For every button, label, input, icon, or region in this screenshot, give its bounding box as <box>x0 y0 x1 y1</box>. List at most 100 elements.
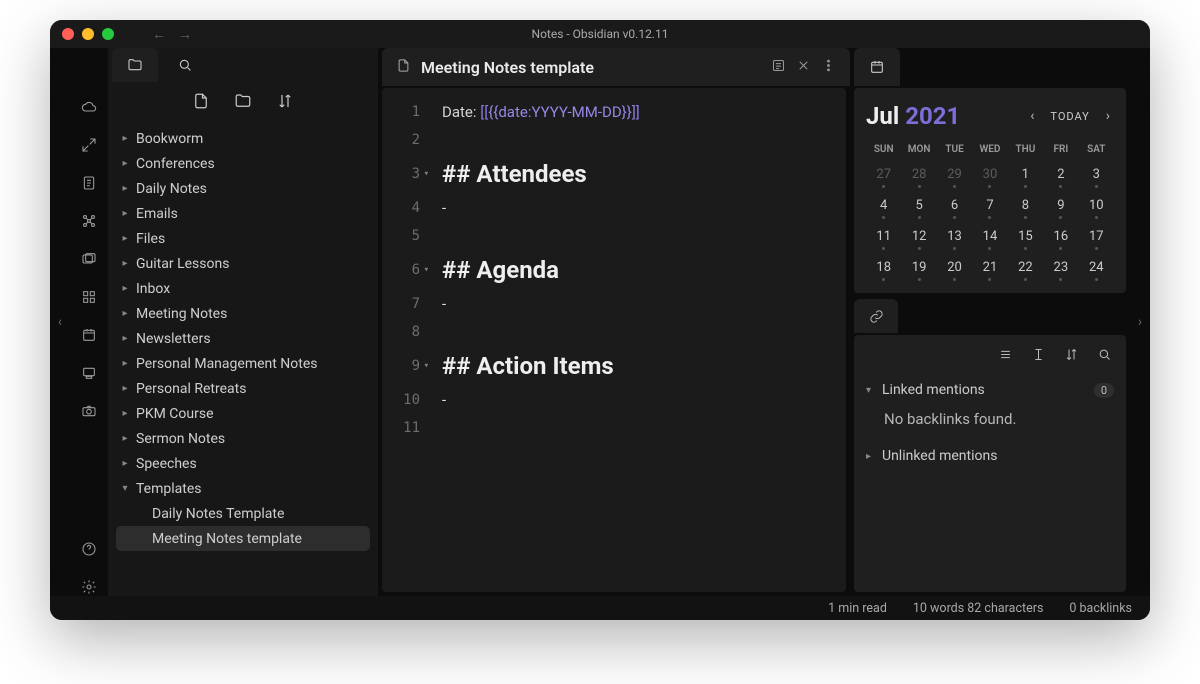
calendar-day[interactable]: 23 <box>1043 254 1078 283</box>
folder-row[interactable]: ▸PKM Course <box>116 401 370 426</box>
calendar-dot <box>918 278 921 281</box>
folder-row[interactable]: ▸Files <box>116 226 370 251</box>
calendar-day[interactable]: 17 <box>1079 223 1114 252</box>
folder-row[interactable]: ▾Templates <box>116 476 370 501</box>
file-row[interactable]: Daily Notes Template <box>116 501 370 526</box>
zoom-window-button[interactable] <box>102 28 114 40</box>
app-window: ← → Notes - Obsidian v0.12.11 ‹ <box>50 20 1150 620</box>
calendar-day[interactable]: 18 <box>866 254 901 283</box>
calendar-day[interactable]: 8 <box>1008 192 1043 221</box>
calendar-dot <box>953 278 956 281</box>
calendar-day[interactable]: 20 <box>937 254 972 283</box>
calendar-day[interactable]: 15 <box>1008 223 1043 252</box>
file-tree[interactable]: ▸Bookworm▸Conferences▸Daily Notes▸Emails… <box>108 124 378 596</box>
calendar-day[interactable]: 4 <box>866 192 901 221</box>
folder-row[interactable]: ▸Emails <box>116 201 370 226</box>
calendar-day[interactable]: 12 <box>901 223 936 252</box>
new-note-button[interactable] <box>192 92 210 114</box>
calendar-dot <box>988 185 991 188</box>
backlinks-tab[interactable] <box>854 299 898 333</box>
folder-row[interactable]: ▸Newsletters <box>116 326 370 351</box>
folder-row[interactable]: ▸Inbox <box>116 276 370 301</box>
settings-icon[interactable] <box>80 578 98 596</box>
sort-button[interactable] <box>276 92 294 114</box>
cloud-icon[interactable] <box>80 98 98 116</box>
folder-row[interactable]: ▸Personal Retreats <box>116 376 370 401</box>
graph-icon[interactable] <box>80 212 98 230</box>
calendar-day[interactable]: 10 <box>1079 192 1114 221</box>
show-context-button[interactable] <box>1031 347 1046 366</box>
calendar-today-button[interactable]: TODAY <box>1044 110 1095 123</box>
calendar-day[interactable]: 6 <box>937 192 972 221</box>
collapse-right-sidebar-button[interactable]: › <box>1130 48 1150 596</box>
calendar-day[interactable]: 2 <box>1043 161 1078 190</box>
close-window-button[interactable] <box>62 28 74 40</box>
chevron-right-icon: ▸ <box>120 333 130 344</box>
slides-icon[interactable] <box>80 364 98 382</box>
note-icon[interactable] <box>80 174 98 192</box>
calendar-day[interactable]: 19 <box>901 254 936 283</box>
help-icon[interactable] <box>80 540 98 558</box>
file-row[interactable]: Meeting Notes template <box>116 526 370 551</box>
calendar-day[interactable]: 30 <box>972 161 1007 190</box>
calendar-day[interactable]: 16 <box>1043 223 1078 252</box>
editor[interactable]: 1 2 3▾ 4 5 6▾ 7 8 9▾ 10 11 Date: [[{{dat… <box>382 88 846 592</box>
calendar-day[interactable]: 27 <box>866 161 901 190</box>
folder-label: Inbox <box>136 281 170 297</box>
calendar-day[interactable]: 5 <box>901 192 936 221</box>
folder-row[interactable]: ▸Personal Management Notes <box>116 351 370 376</box>
linked-mentions-header[interactable]: ▾ Linked mentions 0 <box>862 376 1118 404</box>
collapse-results-button[interactable] <box>998 347 1013 366</box>
calendar-day[interactable]: 9 <box>1043 192 1078 221</box>
nav-back-button[interactable]: ← <box>152 26 166 43</box>
folder-row[interactable]: ▸Speeches <box>116 451 370 476</box>
calendar-day[interactable]: 11 <box>866 223 901 252</box>
calendar-day[interactable]: 29 <box>937 161 972 190</box>
files-tab[interactable] <box>112 48 158 82</box>
close-tab-button[interactable] <box>796 58 811 77</box>
calendar-dow: TUE <box>937 140 972 159</box>
calendar-icon[interactable] <box>80 326 98 344</box>
bullet: - <box>430 290 846 318</box>
folder-row[interactable]: ▸Conferences <box>116 151 370 176</box>
nav-forward-button[interactable]: → <box>178 26 192 43</box>
calendar-day[interactable]: 24 <box>1079 254 1114 283</box>
calendar-prev-button[interactable]: ‹ <box>1026 108 1038 124</box>
chevron-right-icon: ▸ <box>120 158 130 169</box>
calendar-dot <box>953 216 956 219</box>
folder-row[interactable]: ▸Bookworm <box>116 126 370 151</box>
folder-row[interactable]: ▸Sermon Notes <box>116 426 370 451</box>
folder-row[interactable]: ▸Guitar Lessons <box>116 251 370 276</box>
minimize-window-button[interactable] <box>82 28 94 40</box>
calendar-day[interactable]: 7 <box>972 192 1007 221</box>
calendar-day[interactable]: 1 <box>1008 161 1043 190</box>
calendar-next-button[interactable]: › <box>1102 108 1114 124</box>
folder-label: Files <box>136 231 165 247</box>
folder-row[interactable]: ▸Meeting Notes <box>116 301 370 326</box>
grid-icon[interactable] <box>80 288 98 306</box>
cards-icon[interactable] <box>80 250 98 268</box>
calendar-day[interactable]: 13 <box>937 223 972 252</box>
calendar-day[interactable]: 22 <box>1008 254 1043 283</box>
calendar-widget: Jul 2021 ‹ TODAY › SUNMONTUEWEDTHUFRISAT… <box>854 88 1126 293</box>
calendar-day[interactable]: 21 <box>972 254 1007 283</box>
editor-tab[interactable]: Meeting Notes template <box>382 48 850 86</box>
folder-label: Sermon Notes <box>136 431 225 447</box>
chevron-right-icon: ▸ <box>120 208 130 219</box>
camera-icon[interactable] <box>80 402 98 420</box>
quick-switcher-icon[interactable] <box>80 136 98 154</box>
collapse-left-sidebar-button[interactable]: ‹ <box>50 48 70 596</box>
unlinked-mentions-header[interactable]: ▸ Unlinked mentions <box>862 442 1118 470</box>
sort-backlinks-button[interactable] <box>1064 347 1079 366</box>
search-backlinks-button[interactable] <box>1097 347 1112 366</box>
calendar-day[interactable]: 14 <box>972 223 1007 252</box>
more-options-button[interactable] <box>821 58 836 77</box>
calendar-day[interactable]: 28 <box>901 161 936 190</box>
editor-content[interactable]: Date: [[{{date:YYYY-MM-DD}}]] ## Attende… <box>430 88 846 592</box>
folder-row[interactable]: ▸Daily Notes <box>116 176 370 201</box>
preview-mode-button[interactable] <box>771 58 786 77</box>
calendar-tab[interactable] <box>854 48 900 86</box>
calendar-day[interactable]: 3 <box>1079 161 1114 190</box>
search-tab[interactable] <box>162 48 208 82</box>
new-folder-button[interactable] <box>234 92 252 114</box>
